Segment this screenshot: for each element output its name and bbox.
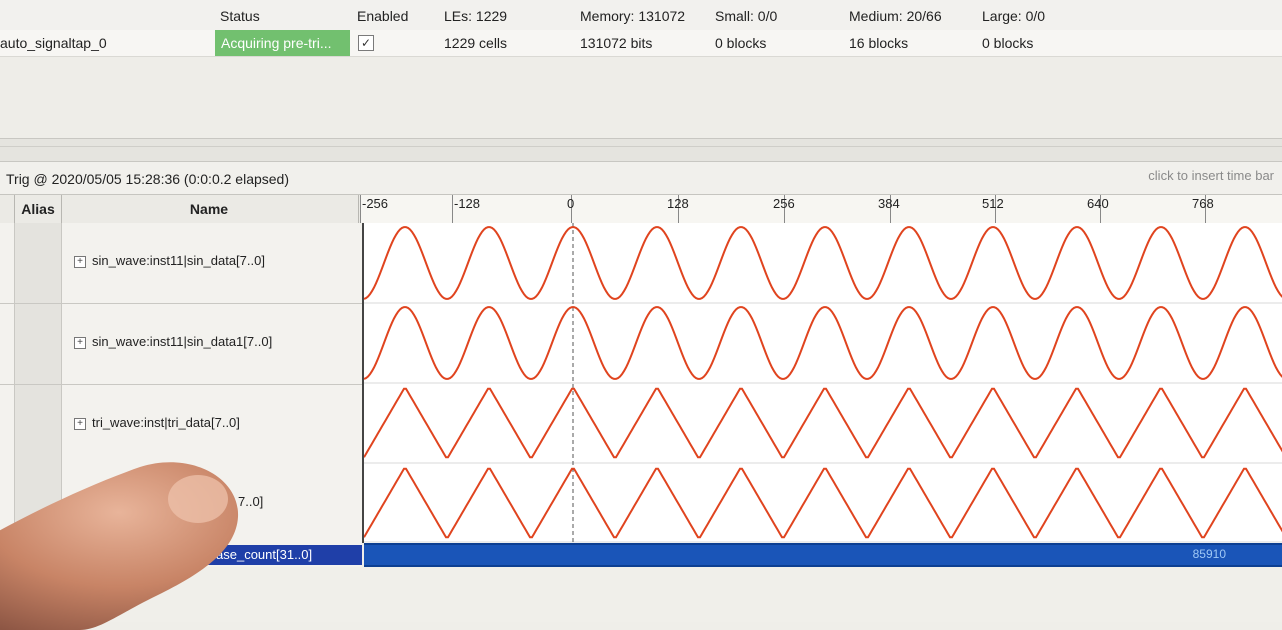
waveform-display[interactable] xyxy=(362,223,1282,543)
insert-time-bar-hint: click to insert time bar xyxy=(1148,168,1274,183)
ruler-label: 384 xyxy=(878,196,900,211)
ruler-label: -128 xyxy=(454,196,481,211)
ruler-tick xyxy=(452,195,453,223)
trigger-info-bar: Trig @ 2020/05/05 15:28:36 (0:0:0.2 elap… xyxy=(0,162,358,195)
signal-name: tri_wave:inst|tri_data[7..0] xyxy=(92,415,240,430)
instance-table-header: Status Enabled LEs: 1229 Memory: 131072 … xyxy=(0,0,1282,31)
small-value: 0 blocks xyxy=(715,35,767,51)
enabled-checkbox[interactable]: ✓ xyxy=(358,35,374,51)
signal-row[interactable]: + sin_wave:inst11|sin_data1[7..0] xyxy=(0,304,362,385)
ruler-label: -256 xyxy=(362,196,389,211)
ruler-label: 512 xyxy=(982,196,1004,211)
splitter-line xyxy=(0,146,1282,147)
signal-trace xyxy=(363,387,1282,459)
memory-value: 131072 bits xyxy=(580,35,653,51)
signal-column-header: Alias Name xyxy=(0,195,360,224)
time-bar-area[interactable]: click to insert time bar xyxy=(357,162,1282,195)
signal-row[interactable]: + sin_wave:inst11|sin_data[7..0] xyxy=(0,223,362,304)
medium-header[interactable]: Medium: 20/66 xyxy=(849,8,942,24)
ruler-label: 128 xyxy=(667,196,689,211)
memory-header[interactable]: Memory: 131072 xyxy=(580,8,685,24)
signal-trace xyxy=(363,467,1282,539)
bus-value-bar[interactable]: 85910 xyxy=(364,543,1282,567)
pane-splitter[interactable] xyxy=(0,138,1282,162)
alias-cell xyxy=(14,385,62,465)
signal-name: sin_wave:inst11|sin_data[7..0] xyxy=(92,253,265,268)
signal-trace xyxy=(363,226,1282,300)
les-header[interactable]: LEs: 1229 xyxy=(444,8,507,24)
ruler-label: 256 xyxy=(773,196,795,211)
instance-table-empty-area xyxy=(0,57,1282,140)
alias-cell xyxy=(14,304,62,384)
medium-value: 16 blocks xyxy=(849,35,909,51)
alias-cell xyxy=(14,223,62,303)
ruler-tick xyxy=(360,195,361,223)
finger-photo-artifact xyxy=(0,462,239,630)
ruler-label: 768 xyxy=(1192,196,1214,211)
name-column-header[interactable]: Name xyxy=(60,195,359,223)
status-header[interactable]: Status xyxy=(220,8,260,24)
small-header[interactable]: Small: 0/0 xyxy=(715,8,777,24)
expand-icon[interactable]: + xyxy=(74,337,86,349)
large-value: 0 blocks xyxy=(982,35,1034,51)
ruler-label: 0 xyxy=(567,196,575,211)
time-ruler[interactable]: -256 -128 0 128 256 384 512 640 768 xyxy=(360,195,1282,225)
instance-name: auto_signaltap_0 xyxy=(0,35,107,51)
signal-trace xyxy=(363,306,1282,380)
ruler-label: 640 xyxy=(1087,196,1109,211)
signal-name: sin_wave:inst11|sin_data1[7..0] xyxy=(92,334,273,349)
expand-icon[interactable]: + xyxy=(74,256,86,268)
enabled-header[interactable]: Enabled xyxy=(357,8,408,24)
trigger-info: Trig @ 2020/05/05 15:28:36 (0:0:0.2 elap… xyxy=(6,171,289,187)
large-header[interactable]: Large: 0/0 xyxy=(982,8,1045,24)
signal-name-suffix: 7..0] xyxy=(238,494,264,509)
bus-value: 85910 xyxy=(1192,547,1226,561)
les-value: 1229 cells xyxy=(444,35,508,51)
instance-row[interactable]: auto_signaltap_0 Acquiring pre-tri... ✓ … xyxy=(0,30,1282,57)
status-text: Acquiring pre-tri... xyxy=(221,35,332,51)
signal-row[interactable]: + tri_wave:inst|tri_data[7..0] xyxy=(0,385,362,466)
alias-column-header[interactable]: Alias xyxy=(14,195,62,223)
status-badge: Acquiring pre-tri... xyxy=(215,30,350,56)
waveform-traces xyxy=(363,223,1282,543)
expand-icon[interactable]: + xyxy=(74,418,86,430)
